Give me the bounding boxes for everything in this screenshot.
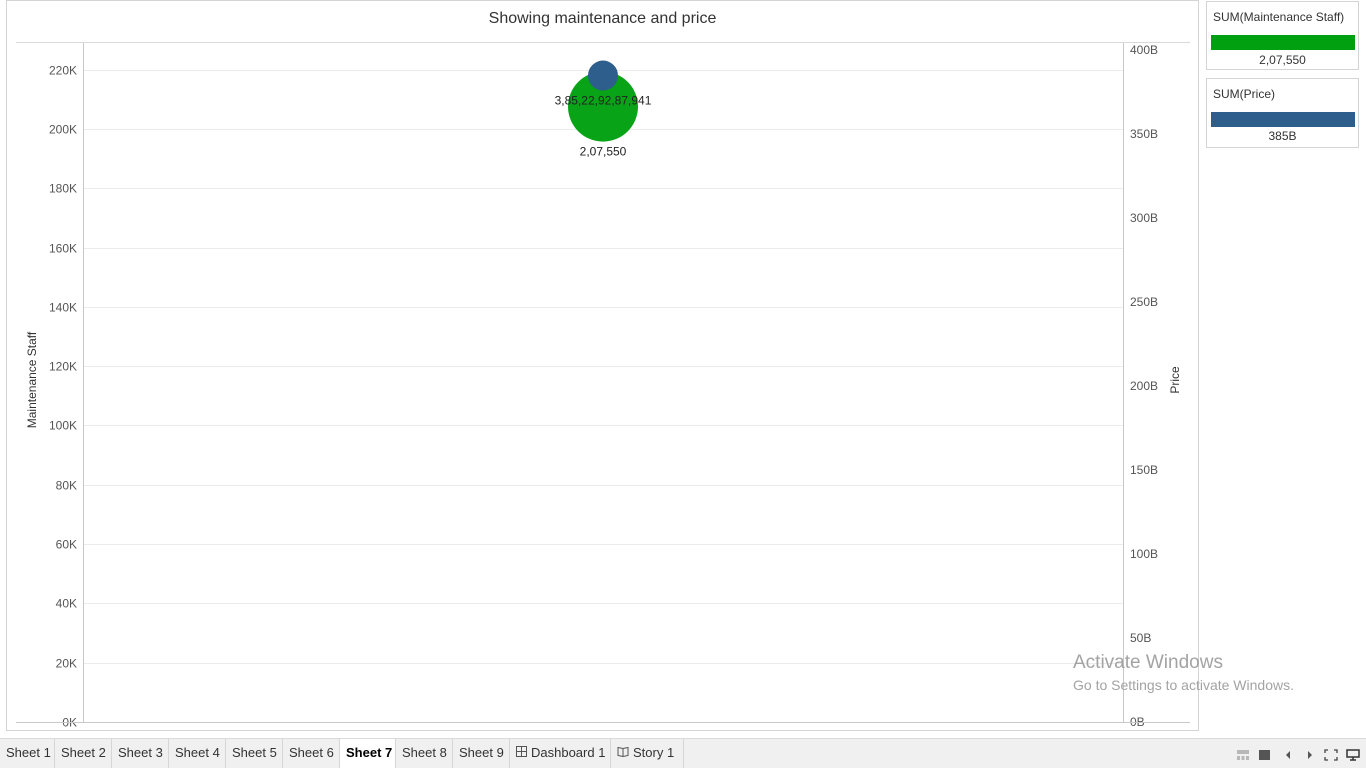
legend-maintenance-staff-value: 2,07,550: [1259, 53, 1306, 67]
tab-label: Sheet 7: [346, 745, 393, 760]
tab-story-1[interactable]: Story 1: [611, 739, 684, 768]
activate-windows-subtitle: Go to Settings to activate Windows.: [1073, 677, 1294, 693]
left-axis-tick-label: 140K: [49, 301, 77, 315]
tab-sheet-7[interactable]: Sheet 7: [340, 739, 396, 768]
sheet-tab-bar: Sheet 1 Sheet 2 Sheet 3 Sheet 4 Sheet 5 …: [0, 738, 1366, 768]
left-axis-tick-label: 100K: [49, 419, 77, 433]
legend-price-title: SUM(Price): [1213, 87, 1275, 101]
right-axis-title: Price: [1168, 366, 1182, 394]
tabs-icon[interactable]: [1258, 748, 1272, 760]
right-axis-tick-label: 300B: [1130, 211, 1158, 225]
left-axis-tick-label: 20K: [56, 657, 77, 671]
legend-price[interactable]: SUM(Price) 385B: [1206, 78, 1359, 148]
activate-windows-title: Activate Windows: [1073, 652, 1223, 673]
tab-sheet-5[interactable]: Sheet 5: [226, 739, 283, 768]
left-axis-tick-label: 220K: [49, 64, 77, 78]
left-axis-tick-label: 60K: [56, 538, 77, 552]
tab-sheet-1[interactable]: Sheet 1: [0, 739, 55, 768]
legend-price-value: 385B: [1268, 129, 1297, 143]
dual-axis-chart: 0K20K40K60K80K100K120K140K160K180K200K22…: [16, 43, 1190, 730]
tab-label: Sheet 4: [175, 745, 220, 760]
maintenance-staff-data-label: 2,07,550: [580, 145, 627, 159]
right-axis-tick-label: 400B: [1130, 43, 1158, 57]
tab-label: Dashboard 1: [531, 745, 606, 760]
story-icon: [617, 739, 629, 767]
left-axis-tick-label: 80K: [56, 479, 77, 493]
right-axis-tick-label: 100B: [1130, 547, 1158, 561]
price-data-label: 3,85,22,92,87,941: [555, 94, 652, 108]
right-axis-tick-label: 250B: [1130, 295, 1158, 309]
tab-sheet-6[interactable]: Sheet 6: [283, 739, 340, 768]
tab-label: Sheet 1: [6, 745, 51, 760]
tab-sheet-4[interactable]: Sheet 4: [169, 739, 226, 768]
legend-price-swatch: [1211, 112, 1355, 127]
presentation-icon[interactable]: [1346, 748, 1360, 761]
tab-dashboard-1[interactable]: Dashboard 1: [510, 739, 611, 768]
tab-label: Sheet 8: [402, 745, 447, 760]
price-mark[interactable]: [588, 60, 618, 91]
right-axis-tick-label: 200B: [1130, 379, 1158, 393]
tab-label: Story 1: [633, 745, 675, 760]
tab-label: Sheet 2: [61, 745, 106, 760]
dashboard-icon: [516, 739, 527, 767]
tab-sheet-9[interactable]: Sheet 9: [453, 739, 510, 768]
prev-sheet-icon[interactable]: [1282, 748, 1296, 760]
left-axis-tick-label: 160K: [49, 242, 77, 256]
filmstrip-icon[interactable]: [1236, 748, 1250, 760]
tab-sheet-2[interactable]: Sheet 2: [55, 739, 112, 768]
tab-label: Sheet 6: [289, 745, 334, 760]
legend-maintenance-staff[interactable]: SUM(Maintenance Staff) 2,07,550: [1206, 1, 1359, 70]
legend-maintenance-staff-swatch: [1211, 35, 1355, 50]
tab-sheet-8[interactable]: Sheet 8: [396, 739, 453, 768]
right-axis-tick-label: 150B: [1130, 463, 1158, 477]
next-sheet-icon[interactable]: [1303, 748, 1317, 760]
left-axis-tick-label: 40K: [56, 597, 77, 611]
tab-label: Sheet 5: [232, 745, 277, 760]
left-axis-tick-label: 180K: [49, 182, 77, 196]
left-axis-tick-label: 200K: [49, 123, 77, 137]
right-axis-tick-label: 350B: [1130, 127, 1158, 141]
fullscreen-icon[interactable]: [1324, 748, 1338, 761]
right-axis-tick-label: 50B: [1130, 631, 1151, 645]
tab-label: Sheet 9: [459, 745, 504, 760]
tab-sheet-3[interactable]: Sheet 3: [112, 739, 169, 768]
left-axis-tick-label: 120K: [49, 360, 77, 374]
tab-label: Sheet 3: [118, 745, 163, 760]
left-axis-title: Maintenance Staff: [25, 331, 39, 428]
legend-maintenance-staff-title: SUM(Maintenance Staff): [1213, 10, 1345, 24]
